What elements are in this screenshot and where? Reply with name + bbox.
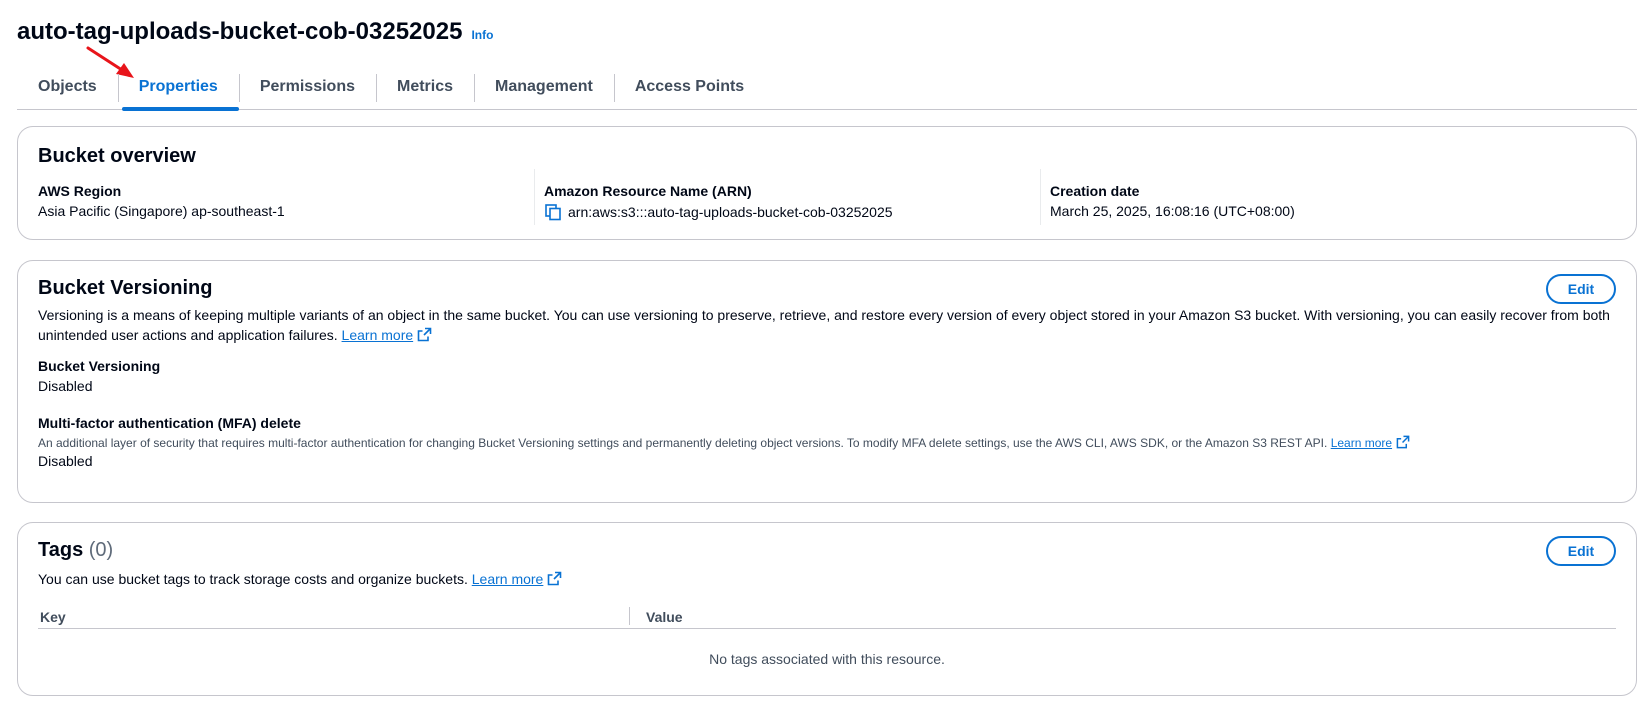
copy-icon[interactable] bbox=[544, 203, 562, 221]
page-title: auto-tag-uploads-bucket-cob-03252025 bbox=[17, 18, 463, 45]
versioning-description: Versioning is a means of keeping multipl… bbox=[38, 305, 1616, 345]
mfa-delete-description: An additional layer of security that req… bbox=[38, 435, 1616, 451]
aws-region-label: AWS Region bbox=[38, 183, 122, 199]
tags-count: (0) bbox=[88, 539, 114, 561]
versioning-edit-button[interactable]: Edit bbox=[1546, 274, 1616, 304]
aws-region-field: AWS Region Asia Pacific (Singapore) ap-s… bbox=[38, 169, 518, 225]
tab-label: Properties bbox=[138, 78, 218, 95]
bucket-overview-card: Bucket overview AWS Region Asia Pacific … bbox=[17, 126, 1637, 240]
mfa-delete-description-text: An additional layer of security that req… bbox=[38, 436, 1328, 450]
tab-metrics[interactable]: Metrics bbox=[375, 70, 474, 110]
versioning-status-field: Bucket Versioning Disabled bbox=[38, 358, 1616, 394]
arn-label: Amazon Resource Name (ARN) bbox=[544, 183, 752, 199]
tags-table-header: Key Value bbox=[38, 605, 1616, 629]
aws-region-value: Asia Pacific (Singapore) ap-southeast-1 bbox=[38, 203, 285, 219]
tab-label: Permissions bbox=[259, 78, 355, 95]
versioning-description-text: Versioning is a means of keeping multipl… bbox=[38, 307, 1610, 343]
bucket-overview-title: Bucket overview bbox=[38, 145, 196, 167]
mfa-delete-label: Multi-factor authentication (MFA) delete bbox=[38, 415, 301, 431]
tags-learn-more-link[interactable]: Learn more bbox=[472, 571, 544, 587]
tab-management[interactable]: Management bbox=[474, 70, 614, 110]
tab-label: Metrics bbox=[396, 78, 454, 95]
page-header: auto-tag-uploads-bucket-cob-03252025 Inf… bbox=[17, 18, 493, 46]
creation-date-label: Creation date bbox=[1050, 183, 1140, 199]
versioning-learn-more-link[interactable]: Learn more bbox=[342, 327, 414, 343]
tags-description-text: You can use bucket tags to track storage… bbox=[38, 571, 468, 587]
tab-access-points[interactable]: Access Points bbox=[613, 70, 765, 110]
arn-field: Amazon Resource Name (ARN) arn:aws:s3:::… bbox=[544, 169, 1024, 225]
creation-date-value: March 25, 2025, 16:08:16 (UTC+08:00) bbox=[1050, 203, 1295, 219]
bucket-versioning-title: Bucket Versioning bbox=[38, 277, 213, 299]
versioning-description-block: Versioning is a means of keeping multipl… bbox=[38, 305, 1616, 345]
column-header-value[interactable]: Value bbox=[630, 605, 683, 628]
versioning-status-value: Disabled bbox=[38, 378, 93, 394]
column-divider bbox=[534, 169, 535, 225]
info-link[interactable]: Info bbox=[471, 28, 493, 42]
tags-table: Key Value No tags associated with this r… bbox=[38, 605, 1616, 667]
arn-value: arn:aws:s3:::auto-tag-uploads-bucket-cob… bbox=[568, 204, 893, 220]
bucket-versioning-card: Bucket Versioning Edit Versioning is a m… bbox=[17, 260, 1637, 503]
arn-value-row: arn:aws:s3:::auto-tag-uploads-bucket-cob… bbox=[544, 203, 1024, 221]
tab-properties[interactable]: Properties bbox=[117, 70, 239, 111]
creation-date-field: Creation date March 25, 2025, 16:08:16 (… bbox=[1050, 169, 1550, 225]
tags-title-text: Tags bbox=[38, 539, 84, 561]
external-link-icon[interactable] bbox=[1396, 435, 1411, 450]
mfa-delete-field: Multi-factor authentication (MFA) delete… bbox=[38, 415, 1616, 469]
mfa-learn-more-link[interactable]: Learn more bbox=[1331, 436, 1392, 450]
tab-label: Access Points bbox=[634, 78, 745, 95]
versioning-status-label: Bucket Versioning bbox=[38, 358, 161, 374]
tags-title: Tags (0) bbox=[38, 539, 113, 562]
column-header-key[interactable]: Key bbox=[38, 605, 630, 628]
tags-edit-button[interactable]: Edit bbox=[1546, 536, 1616, 566]
mfa-delete-value: Disabled bbox=[38, 453, 93, 469]
external-link-icon[interactable] bbox=[547, 571, 562, 586]
tags-description-block: You can use bucket tags to track storage… bbox=[38, 569, 1616, 589]
tags-card: Tags (0) Edit You can use bucket tags to… bbox=[17, 522, 1637, 696]
tab-label: Management bbox=[495, 78, 593, 95]
tab-bar: Objects Properties Permissions Metrics M… bbox=[17, 70, 1637, 111]
external-link-icon[interactable] bbox=[417, 327, 432, 342]
tab-permissions[interactable]: Permissions bbox=[238, 70, 376, 110]
column-divider bbox=[1040, 169, 1041, 225]
tags-description: You can use bucket tags to track storage… bbox=[38, 569, 1616, 589]
tab-objects[interactable]: Objects bbox=[17, 70, 118, 110]
tags-empty-message: No tags associated with this resource. bbox=[709, 651, 945, 667]
tab-label: Objects bbox=[38, 78, 97, 95]
